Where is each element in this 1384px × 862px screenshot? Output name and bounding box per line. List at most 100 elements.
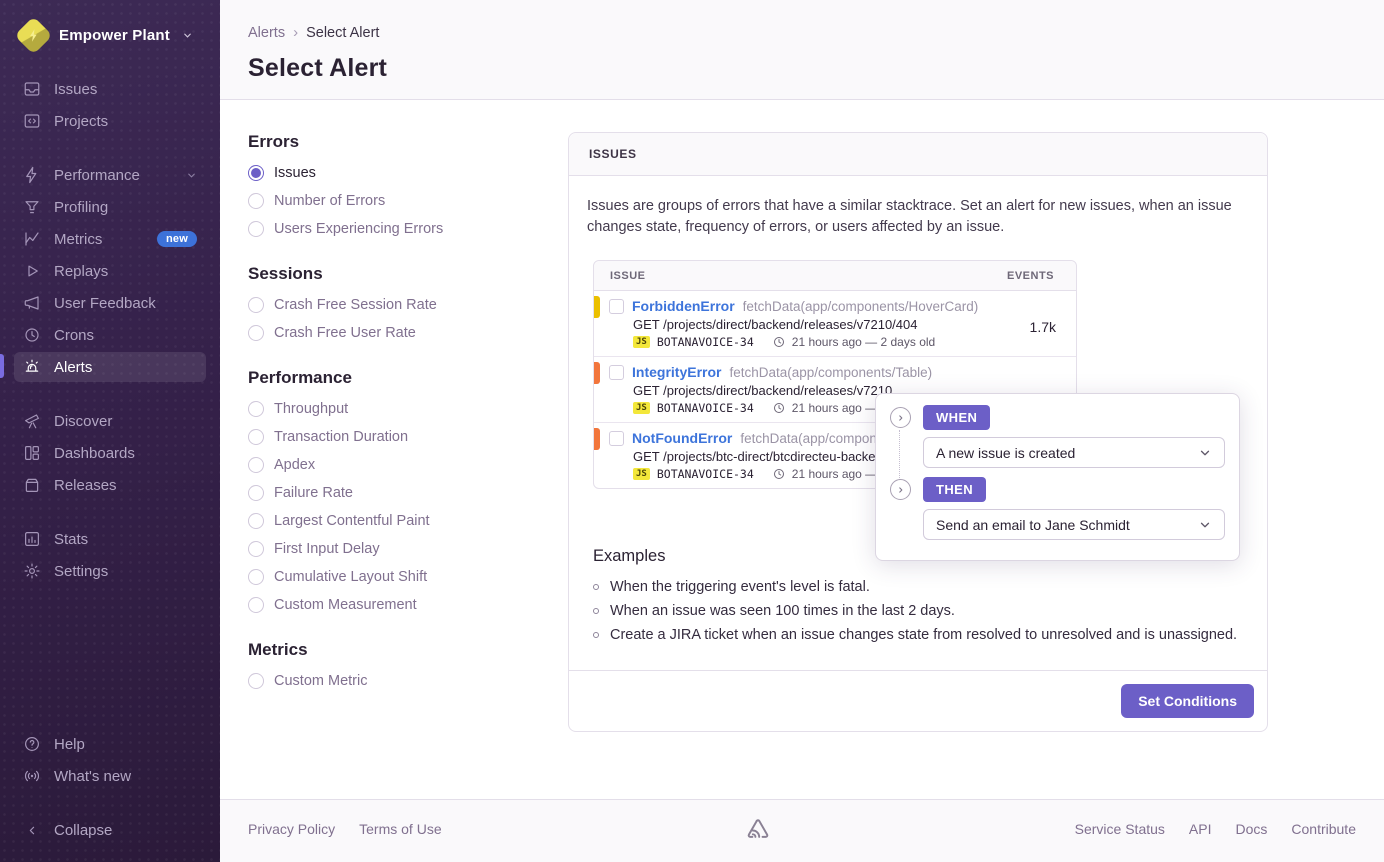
terms-of-use-link[interactable]: Terms of Use bbox=[359, 821, 441, 837]
sidebar-item-user-feedback[interactable]: User Feedback bbox=[14, 288, 206, 318]
level-indicator bbox=[594, 296, 600, 318]
row-checkbox[interactable] bbox=[609, 299, 624, 314]
sidebar-item-label: Replays bbox=[54, 263, 108, 280]
radio-icon[interactable] bbox=[248, 193, 264, 209]
bullet-icon bbox=[593, 584, 599, 590]
sidebar-item-settings[interactable]: Settings bbox=[14, 556, 206, 586]
bullet-icon bbox=[593, 632, 599, 638]
sidebar-item-replays[interactable]: Replays bbox=[14, 256, 206, 286]
radio-option-custom-metric[interactable]: Custom Metric bbox=[248, 673, 568, 689]
sidebar-item-dashboards[interactable]: Dashboards bbox=[14, 438, 206, 468]
then-badge: THEN bbox=[923, 477, 986, 502]
radio-icon[interactable] bbox=[248, 221, 264, 237]
issue-title-link[interactable]: ForbiddenError bbox=[632, 298, 735, 314]
group-heading: Sessions bbox=[248, 264, 568, 284]
radio-icon[interactable] bbox=[248, 297, 264, 313]
sidebar-item-issues[interactable]: Issues bbox=[14, 74, 206, 104]
archive-box-icon bbox=[23, 476, 41, 494]
row-checkbox[interactable] bbox=[609, 365, 624, 380]
chevron-left-icon bbox=[23, 824, 41, 837]
issue-age: 21 hours ago — 2 days old bbox=[792, 335, 935, 349]
radio-icon[interactable] bbox=[248, 485, 264, 501]
circle-chevron-icon bbox=[890, 407, 911, 428]
radio-icon[interactable] bbox=[248, 457, 264, 473]
gear-icon bbox=[23, 562, 41, 580]
radio-option-cumulative-layout-shift[interactable]: Cumulative Layout Shift bbox=[248, 569, 568, 585]
nav-divider bbox=[0, 501, 220, 523]
radio-icon[interactable] bbox=[248, 165, 264, 181]
row-checkbox[interactable] bbox=[609, 431, 624, 446]
dashboards-icon bbox=[23, 444, 41, 462]
radio-icon[interactable] bbox=[248, 513, 264, 529]
sidebar-item-crons[interactable]: Crons bbox=[14, 320, 206, 350]
radio-option-number-of-errors[interactable]: Number of Errors bbox=[248, 193, 568, 209]
then-action-select[interactable]: Send an email to Jane Schmidt bbox=[923, 509, 1225, 540]
sidebar-item-whats-new[interactable]: What's new bbox=[14, 761, 206, 791]
radio-option-largest-contentful-paint[interactable]: Largest Contentful Paint bbox=[248, 513, 568, 529]
radio-option-custom-measurement[interactable]: Custom Measurement bbox=[248, 597, 568, 613]
alert-type-column: Errors Issues Number of Errors Users Exp… bbox=[248, 132, 568, 799]
table-row: ForbiddenError fetchData(app/components/… bbox=[594, 291, 1076, 357]
broadcast-icon bbox=[23, 767, 41, 785]
performance-icon bbox=[23, 166, 41, 184]
metrics-icon bbox=[23, 230, 41, 248]
radio-icon[interactable] bbox=[248, 325, 264, 341]
org-name: Empower Plant bbox=[59, 27, 170, 44]
radio-option-throughput[interactable]: Throughput bbox=[248, 401, 568, 417]
sidebar-item-alerts[interactable]: Alerts bbox=[14, 352, 206, 382]
breadcrumb-alerts-link[interactable]: Alerts bbox=[248, 25, 285, 41]
radio-option-issues[interactable]: Issues bbox=[248, 165, 568, 181]
radio-option-first-input-delay[interactable]: First Input Delay bbox=[248, 541, 568, 557]
radio-option-transaction-duration[interactable]: Transaction Duration bbox=[248, 429, 568, 445]
column-events: EVENTS bbox=[1007, 270, 1054, 282]
group-heading: Errors bbox=[248, 132, 568, 152]
issue-title-link[interactable]: NotFoundError bbox=[632, 430, 732, 446]
radio-icon[interactable] bbox=[248, 569, 264, 585]
sidebar-item-metrics[interactable]: Metrics new bbox=[14, 224, 206, 254]
radio-option-crash-free-user-rate[interactable]: Crash Free User Rate bbox=[248, 325, 568, 341]
radio-option-failure-rate[interactable]: Failure Rate bbox=[248, 485, 568, 501]
sidebar-item-releases[interactable]: Releases bbox=[14, 470, 206, 500]
radio-icon[interactable] bbox=[248, 673, 264, 689]
javascript-platform-icon: JS bbox=[633, 336, 650, 348]
sidebar-item-discover[interactable]: Discover bbox=[14, 406, 206, 436]
when-condition-select[interactable]: A new issue is created bbox=[923, 437, 1225, 468]
panel-header: ISSUES bbox=[569, 133, 1267, 176]
radio-option-users-experiencing-errors[interactable]: Users Experiencing Errors bbox=[248, 221, 568, 237]
project-slug: BOTANAVOICE-34 bbox=[657, 335, 754, 349]
sidebar-item-profiling[interactable]: Profiling bbox=[14, 192, 206, 222]
siren-icon bbox=[23, 358, 41, 376]
radio-icon[interactable] bbox=[248, 597, 264, 613]
radio-option-crash-free-session-rate[interactable]: Crash Free Session Rate bbox=[248, 297, 568, 313]
sidebar-collapse-button[interactable]: Collapse bbox=[14, 816, 206, 845]
radio-icon[interactable] bbox=[248, 429, 264, 445]
radio-icon[interactable] bbox=[248, 401, 264, 417]
sidebar-item-label: Performance bbox=[54, 167, 140, 184]
radio-icon[interactable] bbox=[248, 541, 264, 557]
privacy-policy-link[interactable]: Privacy Policy bbox=[248, 821, 335, 837]
sidebar-item-help[interactable]: Help bbox=[14, 729, 206, 759]
sidebar-spacer bbox=[0, 587, 220, 728]
service-status-link[interactable]: Service Status bbox=[1075, 821, 1165, 837]
issue-title-link[interactable]: IntegrityError bbox=[632, 364, 721, 380]
lightning-bolt-icon bbox=[26, 28, 41, 43]
project-slug: BOTANAVOICE-34 bbox=[657, 467, 754, 481]
then-action-value: Send an email to Jane Schmidt bbox=[936, 517, 1130, 533]
sidebar-item-label: Issues bbox=[54, 81, 97, 98]
sidebar-item-projects[interactable]: Projects bbox=[14, 106, 206, 136]
docs-link[interactable]: Docs bbox=[1235, 821, 1267, 837]
sidebar-item-stats[interactable]: Stats bbox=[14, 524, 206, 554]
set-conditions-button[interactable]: Set Conditions bbox=[1121, 684, 1254, 718]
sidebar-item-label: Discover bbox=[54, 413, 112, 430]
api-link[interactable]: API bbox=[1189, 821, 1212, 837]
sidebar-item-performance[interactable]: Performance bbox=[14, 160, 206, 190]
contribute-link[interactable]: Contribute bbox=[1291, 821, 1356, 837]
page-title: Select Alert bbox=[248, 54, 1356, 83]
example-item: Create a JIRA ticket when an issue chang… bbox=[593, 627, 1243, 643]
help-icon bbox=[23, 735, 41, 753]
examples-section: Examples When the triggering event's lev… bbox=[593, 547, 1243, 643]
sidebar-item-label: Collapse bbox=[54, 822, 112, 839]
issues-table-header: ISSUE EVENTS bbox=[594, 261, 1076, 291]
radio-option-apdex[interactable]: Apdex bbox=[248, 457, 568, 473]
org-switcher[interactable]: Empower Plant bbox=[0, 14, 220, 73]
